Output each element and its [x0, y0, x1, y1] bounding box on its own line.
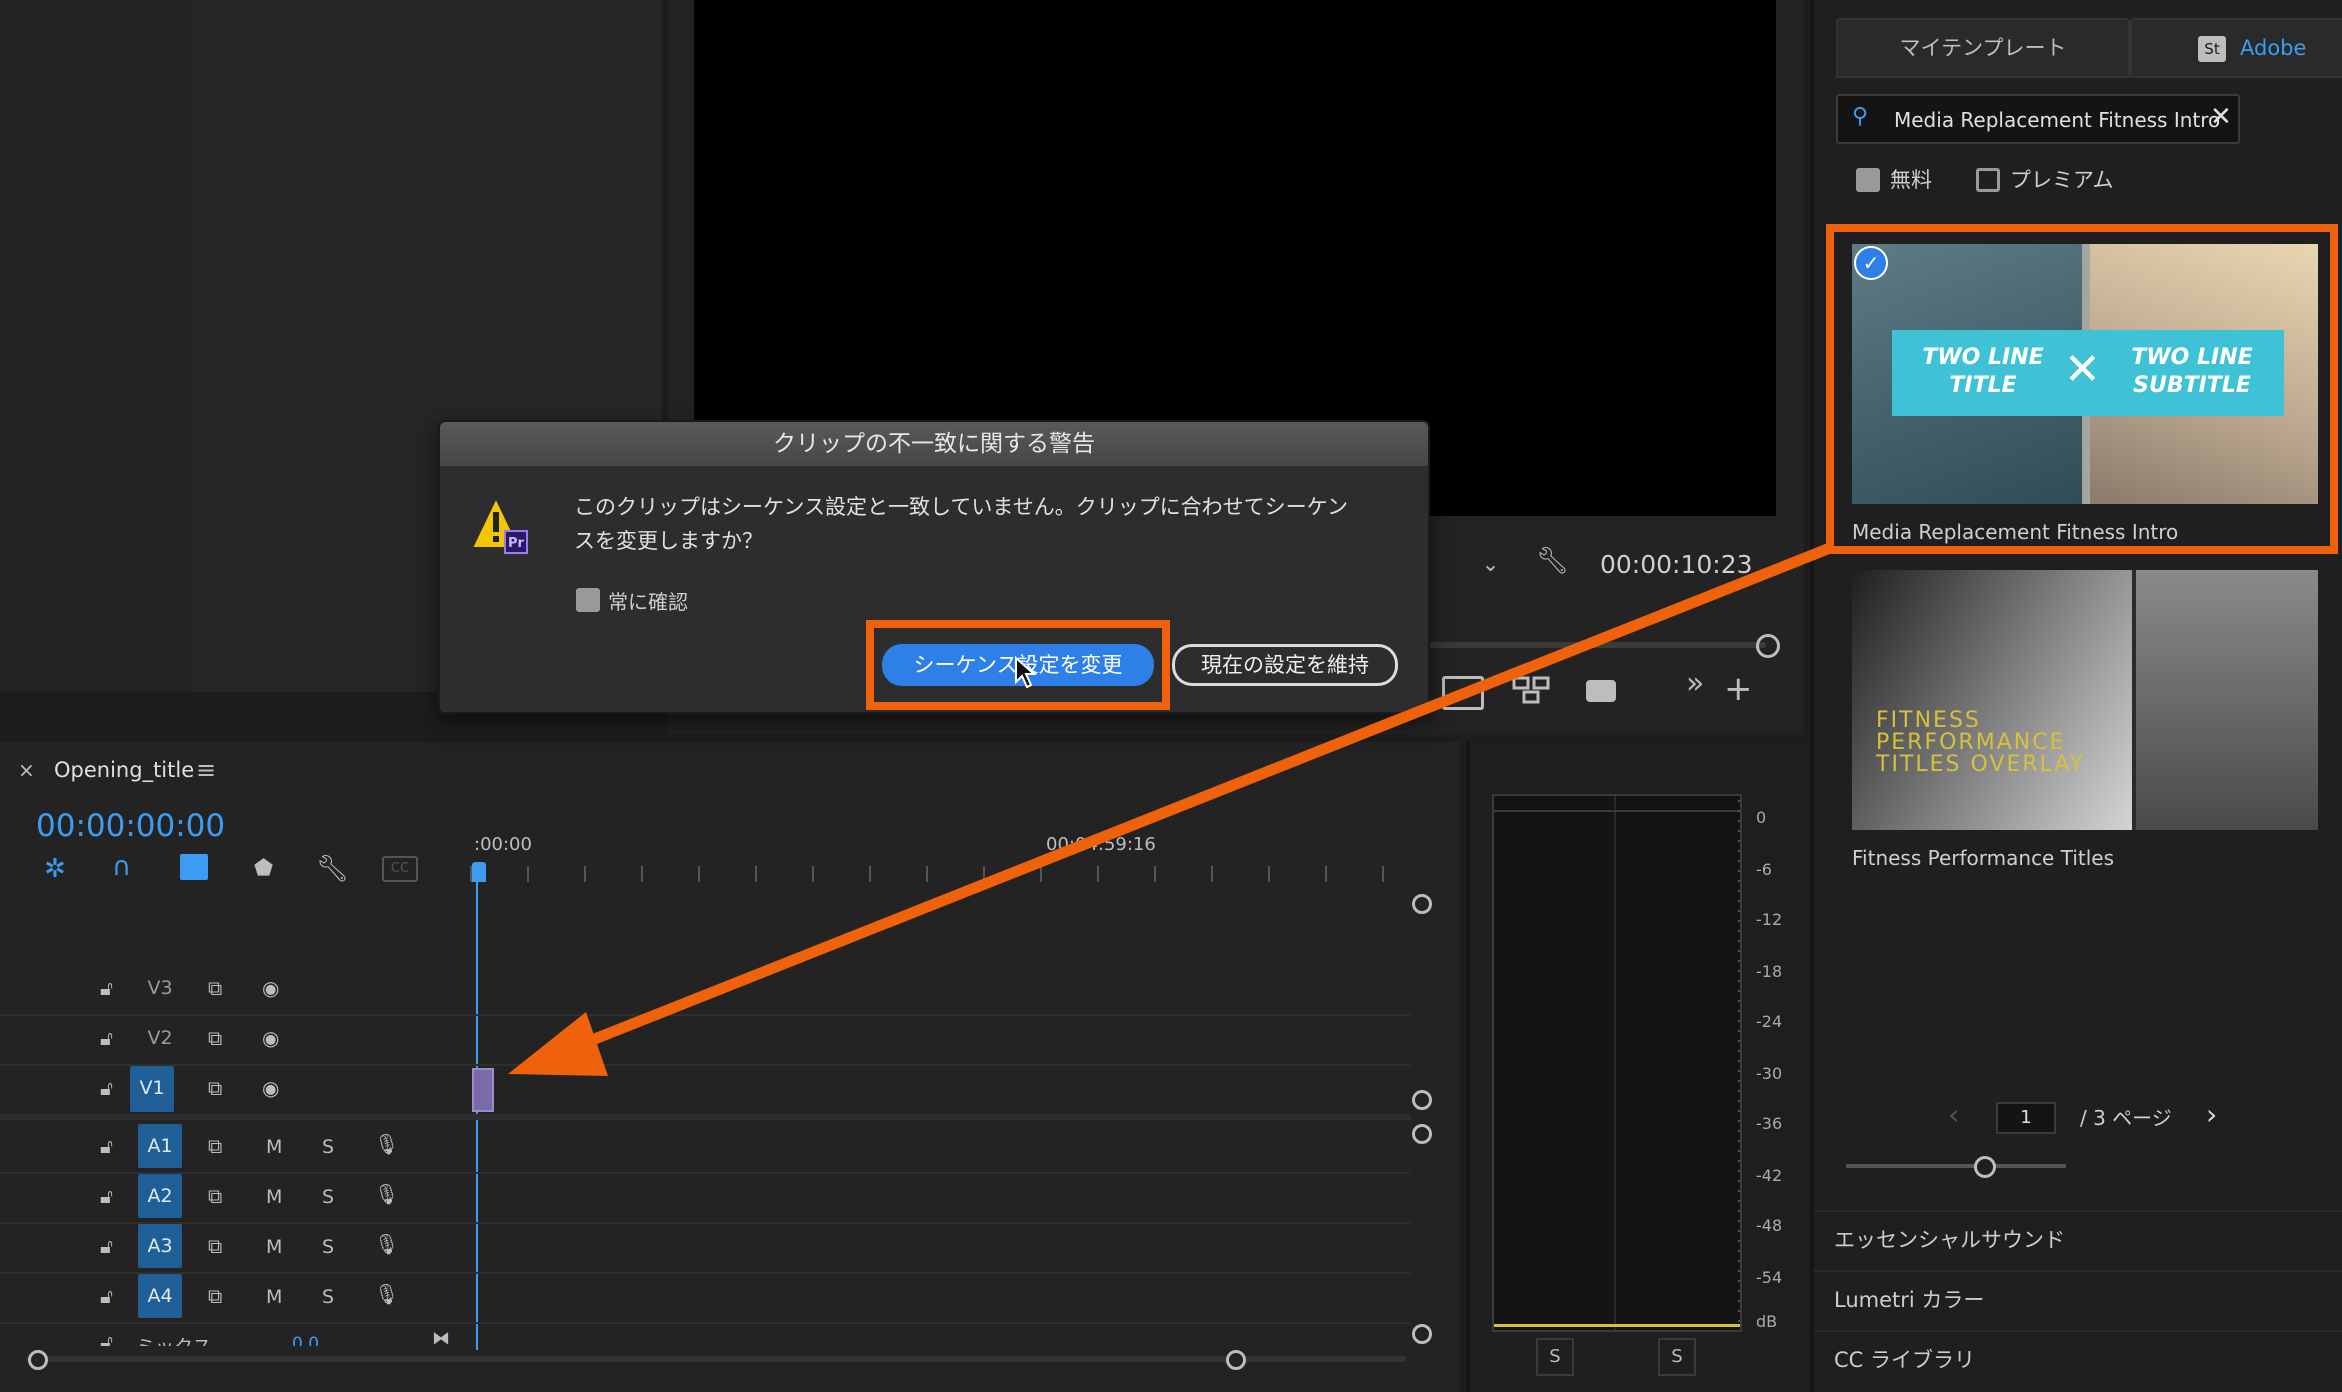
annotation-arrow	[508, 542, 1833, 1076]
